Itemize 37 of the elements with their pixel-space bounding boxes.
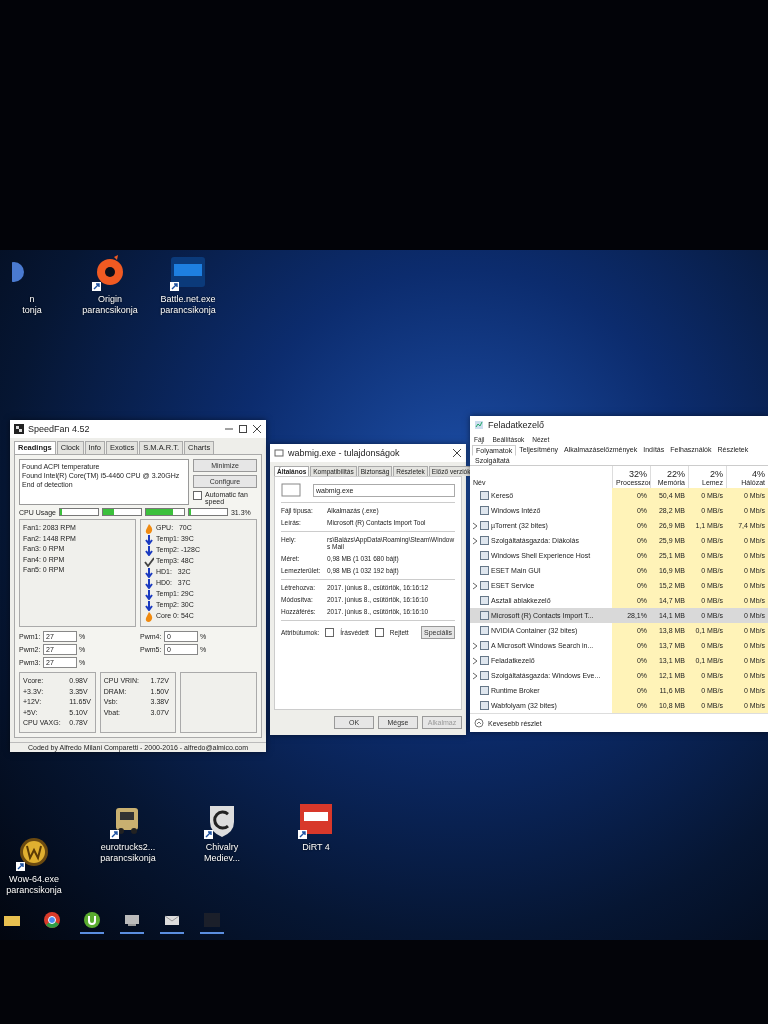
icon-label: eurotrucks2... parancsikonja [100, 842, 156, 864]
file-icon [281, 483, 301, 497]
chevron-icon[interactable] [472, 671, 478, 680]
close-icon[interactable] [252, 424, 262, 434]
icon-label: n tonja [22, 294, 42, 316]
icon-label: Battle.net.exe parancsikonja [160, 294, 216, 316]
down-arrow-icon [144, 589, 154, 600]
check-icon [144, 556, 154, 567]
icon-label: Origin parancsikonja [82, 294, 138, 316]
close-icon[interactable] [452, 448, 462, 458]
chart-icon [474, 420, 484, 430]
fan-logo-icon [14, 424, 24, 434]
collapse-icon[interactable] [474, 718, 484, 728]
down-arrow-icon [144, 567, 154, 578]
checkbox[interactable] [325, 628, 335, 637]
file-icon [274, 448, 284, 458]
down-arrow-icon [144, 545, 154, 556]
down-arrow-icon [144, 578, 154, 589]
icon-label: Chivalry Mediev... [204, 842, 240, 864]
checkbox[interactable] [193, 491, 202, 500]
down-arrow-icon [144, 600, 154, 611]
icon-label: Wow-64.exe parancsikonja [6, 874, 62, 896]
flame-icon [144, 611, 154, 622]
maximize-icon[interactable] [238, 424, 248, 434]
chevron-icon[interactable] [472, 581, 478, 590]
chevron-icon[interactable] [472, 656, 478, 665]
down-arrow-icon [144, 534, 154, 545]
flame-icon [144, 523, 154, 534]
window-title: Feladatkezelő [488, 420, 546, 430]
chevron-icon[interactable] [472, 536, 478, 545]
window-title: SpeedFan 4.52 [28, 424, 91, 434]
chevron-icon[interactable] [472, 641, 478, 650]
icon-label: DiRT 4 [302, 842, 330, 853]
window-title: wabmig.exe - tulajdonságok [288, 448, 401, 458]
tile-logo-icon[interactable] [168, 254, 208, 292]
chevron-icon[interactable] [472, 521, 478, 530]
checkbox[interactable] [374, 628, 384, 637]
